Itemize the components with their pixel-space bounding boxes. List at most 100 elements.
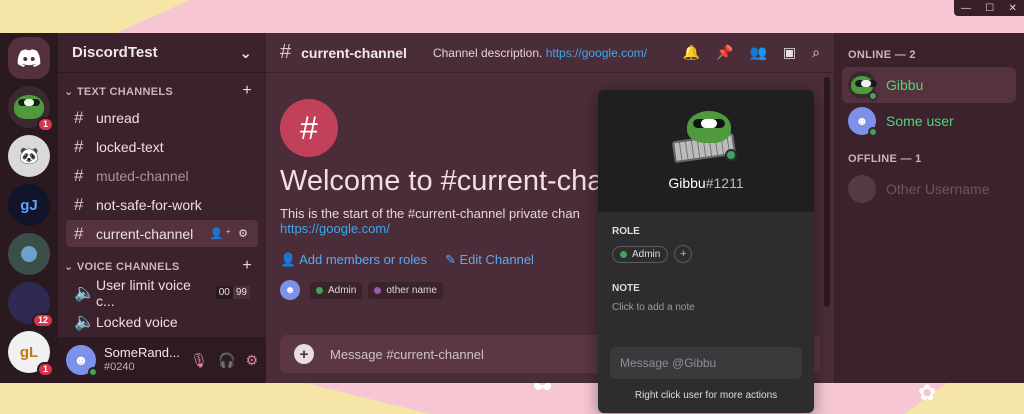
home-button[interactable] bbox=[8, 37, 50, 79]
role-pill[interactable]: other name bbox=[368, 281, 443, 299]
status-online-icon bbox=[88, 367, 98, 377]
category-voice-channels[interactable]: ⌄ VOICE CHANNELS + bbox=[58, 254, 266, 278]
backdrop-shape bbox=[0, 382, 430, 414]
role-color-icon bbox=[316, 286, 323, 294]
note-label: NOTE bbox=[612, 283, 640, 294]
discord-logo-icon: ☻ bbox=[73, 352, 89, 368]
channel-label: unread bbox=[96, 109, 140, 126]
backdrop-shape bbox=[0, 0, 190, 34]
add-channel-button[interactable]: + bbox=[242, 82, 252, 100]
bell-icon[interactable]: 🔔 bbox=[683, 44, 700, 61]
guild-name: DiscordTest bbox=[72, 44, 158, 61]
note-input[interactable]: Click to add a note bbox=[612, 302, 800, 313]
channel-description: Channel description. https://google.com/ bbox=[432, 45, 648, 60]
mention-badge: 1 bbox=[36, 117, 54, 132]
popout-body: ROLE Admin + NOTE Click to add a note bbox=[598, 212, 814, 325]
role-pill[interactable]: Admin bbox=[612, 245, 669, 263]
upload-plus-icon[interactable]: + bbox=[294, 344, 314, 364]
avatar[interactable]: ☻ bbox=[66, 345, 98, 377]
invite-icon[interactable]: 👤⁺ bbox=[210, 228, 234, 240]
popout-username: Gibbu#1211 bbox=[668, 175, 744, 191]
member-list: ONLINE — 2 Gibbu ☻ Some user OFFLINE — 1… bbox=[834, 33, 1024, 383]
username: SomeRand... bbox=[104, 345, 180, 360]
channel-label: Locked voice bbox=[96, 313, 178, 330]
server-icon[interactable]: gJ bbox=[8, 184, 50, 226]
voice-channel-user-limit[interactable]: 🔈 User limit voice c... 00 99 bbox=[66, 276, 258, 309]
direct-message-input[interactable]: Message @Gibbu bbox=[610, 347, 802, 379]
headphones-icon[interactable]: 🎧 bbox=[218, 352, 235, 369]
description-link[interactable]: https://google.com/ bbox=[546, 46, 647, 60]
gear-icon[interactable]: ⚙ bbox=[245, 352, 258, 369]
edit-channel-button[interactable]: ✎ Edit Channel bbox=[445, 252, 534, 268]
add-user-icon: 👤 bbox=[280, 252, 300, 267]
server-icon[interactable] bbox=[8, 233, 50, 275]
channel-label: current-channel bbox=[96, 225, 194, 242]
channel-label: locked-text bbox=[96, 138, 164, 155]
members-icon[interactable]: 👥 bbox=[749, 44, 766, 61]
popout-footer-hint: Right click user for more actions bbox=[634, 390, 778, 401]
search-icon[interactable]: ⌕ bbox=[812, 44, 820, 61]
avatar bbox=[848, 175, 876, 203]
category-label: TEXT CHANNELS bbox=[76, 85, 174, 98]
channel-title: current-channel bbox=[301, 44, 407, 61]
member-gibbu[interactable]: Gibbu bbox=[842, 67, 1016, 103]
member-other-username[interactable]: Other Username bbox=[842, 171, 1016, 207]
online-header: ONLINE — 2 bbox=[848, 49, 916, 61]
server-icon[interactable]: 🐼 bbox=[8, 135, 50, 177]
speaker-icon: 🔈 bbox=[74, 282, 96, 302]
panda-avatar-icon: 🐼 bbox=[19, 148, 39, 165]
channel-locked-text[interactable]: # locked-text bbox=[66, 133, 258, 160]
locked-hash-icon: # bbox=[280, 99, 338, 157]
hash-icon: # bbox=[74, 107, 84, 127]
chevron-down-icon: ⌄ bbox=[239, 44, 252, 62]
message-placeholder: Message #current-channel bbox=[330, 346, 484, 362]
role-pill[interactable]: Admin bbox=[310, 281, 363, 299]
avatar-icon bbox=[21, 246, 37, 262]
minimize-button[interactable]: — bbox=[961, 3, 971, 14]
pepe-keyboard-avatar-icon bbox=[671, 111, 741, 167]
avatar: ☻ bbox=[848, 107, 878, 137]
chevron-down-icon: ⌄ bbox=[64, 85, 77, 98]
status-online-icon bbox=[868, 91, 878, 101]
discord-app: 1 🐼 gJ 12 gL 1 DiscordTest ⌄ ⌄ TEXT CHAN… bbox=[0, 33, 1024, 383]
status-online-icon bbox=[868, 127, 878, 137]
member-some-user[interactable]: ☻ Some user bbox=[842, 103, 1016, 139]
maximize-button[interactable]: ☐ bbox=[985, 3, 994, 14]
channel-current[interactable]: # current-channel 👤⁺ ⚙ bbox=[66, 220, 258, 247]
add-role-button[interactable]: + bbox=[674, 245, 693, 263]
member-name: Some user bbox=[886, 113, 954, 129]
role-label: ROLE bbox=[612, 226, 640, 237]
channel-label: User limit voice c... bbox=[96, 276, 191, 309]
mention-badge: 1 bbox=[36, 362, 54, 377]
gear-icon[interactable]: ⚙ bbox=[238, 228, 250, 240]
close-button[interactable]: ✕ bbox=[1008, 3, 1016, 14]
channel-muted[interactable]: # muted-channel bbox=[66, 162, 258, 189]
voice-channel-locked[interactable]: 🔈 Locked voice bbox=[66, 308, 258, 335]
channel-unread[interactable]: # unread bbox=[66, 104, 258, 131]
add-members-button[interactable]: 👤 Add members or roles bbox=[280, 252, 427, 268]
server-initials: gJ bbox=[20, 196, 38, 214]
user-limit-counter: 00 99 bbox=[215, 286, 250, 299]
member-name: Gibbu bbox=[886, 77, 924, 93]
nsfw-hash-icon: # bbox=[74, 194, 84, 214]
user-panel: ☻ SomeRand... #0240 🎙 🎧 ⚙ bbox=[58, 337, 266, 383]
member-name: Other Username bbox=[886, 181, 990, 197]
mute-mic-icon[interactable]: 🎙 bbox=[190, 352, 208, 369]
role-color-icon bbox=[374, 286, 382, 294]
hash-icon: # bbox=[280, 41, 292, 63]
server-icon[interactable]: gL 1 bbox=[8, 331, 54, 377]
pin-icon[interactable]: 📌 bbox=[716, 44, 733, 61]
pencil-icon: ✎ bbox=[444, 252, 460, 267]
category-text-channels[interactable]: ⌄ TEXT CHANNELS + bbox=[58, 79, 266, 103]
channel-nsfw[interactable]: # not-safe-for-work bbox=[66, 191, 258, 218]
user-discriminator: #0240 bbox=[104, 361, 135, 373]
discord-logo-icon: ☻ bbox=[855, 114, 869, 128]
add-channel-button[interactable]: + bbox=[242, 257, 252, 275]
scrollbar[interactable] bbox=[824, 77, 830, 307]
chevron-down-icon: ⌄ bbox=[64, 260, 77, 273]
guild-header[interactable]: DiscordTest ⌄ bbox=[58, 33, 266, 73]
discord-logo-icon bbox=[17, 49, 41, 67]
inbox-icon[interactable]: ▣ bbox=[783, 44, 796, 61]
server-icon[interactable]: 12 bbox=[8, 282, 54, 328]
server-icon[interactable]: 1 bbox=[8, 86, 54, 132]
